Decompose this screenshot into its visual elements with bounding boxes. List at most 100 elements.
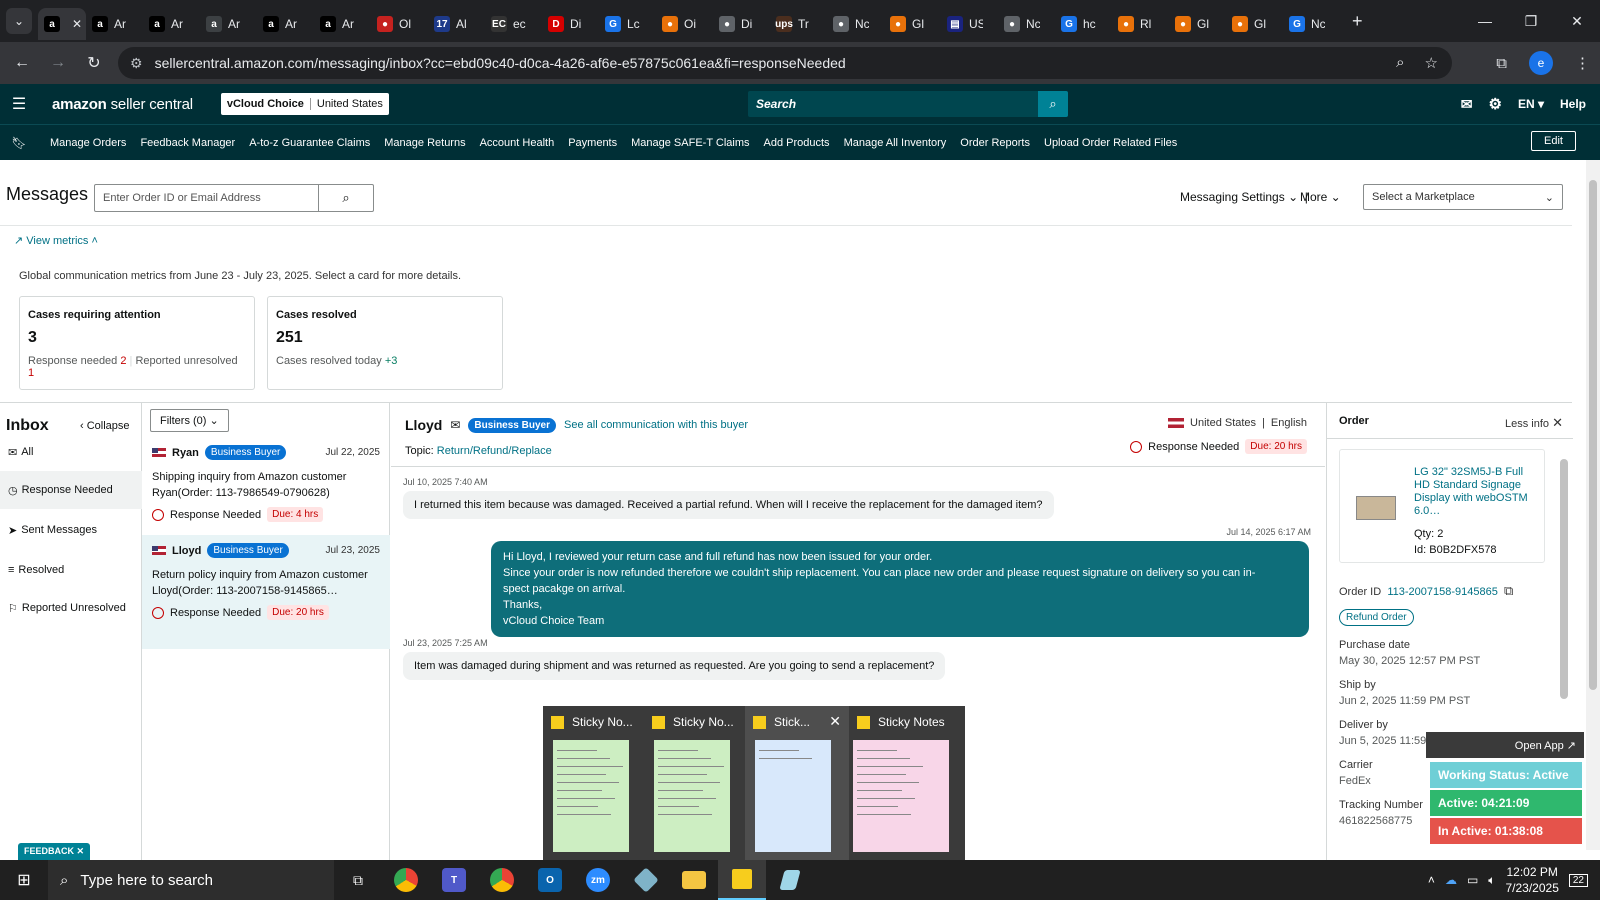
zoom-icon[interactable]: ⌕ — [1396, 54, 1404, 72]
nav-item[interactable]: Manage Orders — [50, 137, 126, 149]
messaging-settings-dropdown[interactable]: Messaging Settings ⌄ | — [1180, 190, 1308, 204]
page-scrollbar[interactable] — [1586, 160, 1600, 850]
marketplace-select[interactable]: Select a Marketplace ⌄ — [1363, 184, 1563, 210]
edit-nav-button[interactable]: Edit — [1531, 131, 1576, 151]
task-view-icon[interactable]: ⧉ — [334, 860, 382, 900]
inbox-nav-item[interactable]: ◷ Response Needed — [0, 471, 142, 509]
new-tab-button[interactable]: + — [1352, 11, 1363, 32]
page-scrollbar-thumb[interactable] — [1589, 180, 1597, 690]
browser-menu-icon[interactable]: ⋮ — [1575, 54, 1590, 72]
sticky-note-thumbnail[interactable]: Sticky No... — [543, 706, 647, 860]
browser-tab[interactable]: a ✕ — [38, 8, 86, 40]
sticky-note-thumbnail[interactable]: Sticky No... — [644, 706, 748, 860]
sticky-notes-icon[interactable] — [718, 860, 766, 900]
tab-search-icon[interactable]: ⌄ — [6, 8, 32, 34]
zoom-icon[interactable]: zm — [574, 860, 622, 900]
taskbar-search[interactable]: ⌕ Type here to search — [48, 860, 334, 900]
browser-tab[interactable]: ● Oi — [656, 8, 713, 40]
topic-link[interactable]: Return/Refund/Replace — [437, 445, 552, 457]
open-app-button[interactable]: Open App ↗ — [1426, 732, 1584, 758]
view-metrics-toggle[interactable]: ↗ View metrics ˄ — [14, 234, 98, 247]
global-search-input[interactable]: Search — [748, 91, 1038, 117]
inbox-nav-item[interactable]: ✉ All — [0, 433, 142, 471]
browser-tab[interactable]: ● Gl — [1226, 8, 1283, 40]
extensions-icon[interactable]: ⧉ — [1496, 55, 1507, 72]
chrome-profile-icon[interactable] — [478, 860, 526, 900]
app-diamond-icon[interactable] — [622, 860, 670, 900]
browser-tab[interactable]: ● Ol — [371, 8, 428, 40]
restore-icon[interactable]: ❐ — [1508, 13, 1554, 30]
teams-icon[interactable]: T — [430, 860, 478, 900]
browser-tab[interactable]: a Ar — [143, 8, 200, 40]
browser-tab[interactable]: a Ar — [257, 8, 314, 40]
file-explorer-icon[interactable] — [670, 860, 718, 900]
search-icon[interactable]: ⌕ — [1038, 91, 1068, 117]
nav-item[interactable]: Upload Order Related Files — [1044, 137, 1177, 149]
browser-tab[interactable]: ● Gl — [884, 8, 941, 40]
system-clock[interactable]: 12:02 PM 7/23/2025 — [1505, 864, 1558, 896]
nav-item[interactable]: Account Health — [480, 137, 555, 149]
nav-item[interactable]: Manage All Inventory — [844, 137, 947, 149]
show-hidden-icons[interactable]: ˄ — [1428, 873, 1435, 887]
language-selector[interactable]: EN ▾ — [1518, 97, 1544, 111]
nav-item[interactable]: Manage Returns — [384, 137, 465, 149]
sticky-note-thumbnail[interactable]: Sticky Notes — [849, 706, 953, 860]
volume-icon[interactable]: 🔈︎ — [1488, 873, 1495, 888]
browser-tab[interactable]: G Lc — [599, 8, 656, 40]
close-tab-icon[interactable]: ✕ — [72, 17, 82, 31]
inbox-nav-item[interactable]: ⚐ Reported Unresolved — [0, 589, 142, 627]
store-switcher[interactable]: vCloud Choice United States — [220, 93, 389, 115]
app-glass-icon[interactable] — [766, 860, 814, 900]
browser-tab[interactable]: a Ar — [314, 8, 371, 40]
forward-icon[interactable]: → — [40, 54, 76, 72]
metric-card-resolved[interactable]: Cases resolved 251 Cases resolved today … — [267, 296, 503, 390]
network-icon[interactable]: ▭ — [1467, 873, 1478, 887]
browser-tab[interactable]: a Ar — [86, 8, 143, 40]
bookmark-star-icon[interactable]: ☆ — [1425, 54, 1438, 72]
close-icon[interactable]: ✕ — [829, 713, 841, 730]
nav-item[interactable]: A-to-z Guarantee Claims — [249, 137, 370, 149]
browser-tab[interactable]: a Ar — [200, 8, 257, 40]
order-search-input[interactable]: Enter Order ID or Email Address — [95, 185, 319, 211]
filters-button[interactable]: Filters (0) ⌄ — [150, 409, 229, 432]
browser-tab[interactable]: ▤ US — [941, 8, 998, 40]
inbox-nav-item[interactable]: ≡ Resolved — [0, 551, 142, 589]
chrome-icon[interactable] — [382, 860, 430, 900]
browser-tab[interactable]: ● Gl — [1169, 8, 1226, 40]
seller-central-logo[interactable]: amazon seller central — [52, 96, 193, 113]
nav-item[interactable]: Order Reports — [960, 137, 1030, 149]
order-panel-scrollbar-thumb[interactable] — [1560, 459, 1568, 699]
nav-item[interactable]: Add Products — [764, 137, 830, 149]
copy-icon[interactable]: ⧉ — [1504, 583, 1513, 598]
hamburger-menu-icon[interactable]: ☰ — [0, 94, 38, 114]
settings-gear-icon[interactable]: ⚙ — [1489, 95, 1502, 113]
conversation-item[interactable]: Ryan Business Buyer Jul 22, 2025 Shipping i… — [142, 437, 390, 551]
reload-icon[interactable]: ↻ — [76, 53, 112, 73]
email-buyer-icon[interactable]: ✉ — [450, 418, 460, 432]
outlook-icon[interactable]: O — [526, 860, 574, 900]
browser-tab[interactable]: ● Nc — [998, 8, 1055, 40]
more-dropdown[interactable]: More ⌄ — [1300, 190, 1341, 204]
nav-item[interactable]: Manage SAFE-T Claims — [631, 137, 749, 149]
sticky-note-thumbnail[interactable]: Stick... ✕ — [745, 706, 849, 860]
onedrive-icon[interactable]: ☁ — [1445, 873, 1457, 887]
collapse-button[interactable]: ‹ Collapse — [80, 420, 130, 432]
order-id-link[interactable]: 113-2007158-9145865 — [1387, 586, 1498, 598]
browser-tab[interactable]: D Di — [542, 8, 599, 40]
order-search-icon[interactable]: ⌕ — [319, 185, 373, 211]
browser-tab[interactable]: 17 Al — [428, 8, 485, 40]
site-info-icon[interactable]: ⚙ — [130, 55, 143, 72]
metric-card-attention[interactable]: Cases requiring attention 3 Response nee… — [19, 296, 255, 390]
windows-start-icon[interactable]: ⊞ — [0, 870, 48, 890]
see-all-communication-link[interactable]: See all communication with this buyer — [564, 419, 748, 431]
product-title-link[interactable]: LG 32" 32SM5J-B Full HD Standard Signage… — [1414, 466, 1538, 518]
help-link[interactable]: Help — [1560, 97, 1586, 111]
bookmark-icon[interactable]: 🔖︎ — [0, 136, 38, 150]
browser-tab[interactable]: EC ec — [485, 8, 542, 40]
profile-avatar[interactable]: e — [1529, 51, 1553, 75]
browser-tab[interactable]: ups Tr — [770, 8, 827, 40]
close-window-icon[interactable]: ✕ — [1554, 13, 1600, 30]
less-info-button[interactable]: Less info ✕ — [1505, 415, 1563, 431]
inbox-nav-item[interactable]: ➤ Sent Messages — [0, 511, 142, 549]
nav-item[interactable]: Feedback Manager — [140, 137, 235, 149]
